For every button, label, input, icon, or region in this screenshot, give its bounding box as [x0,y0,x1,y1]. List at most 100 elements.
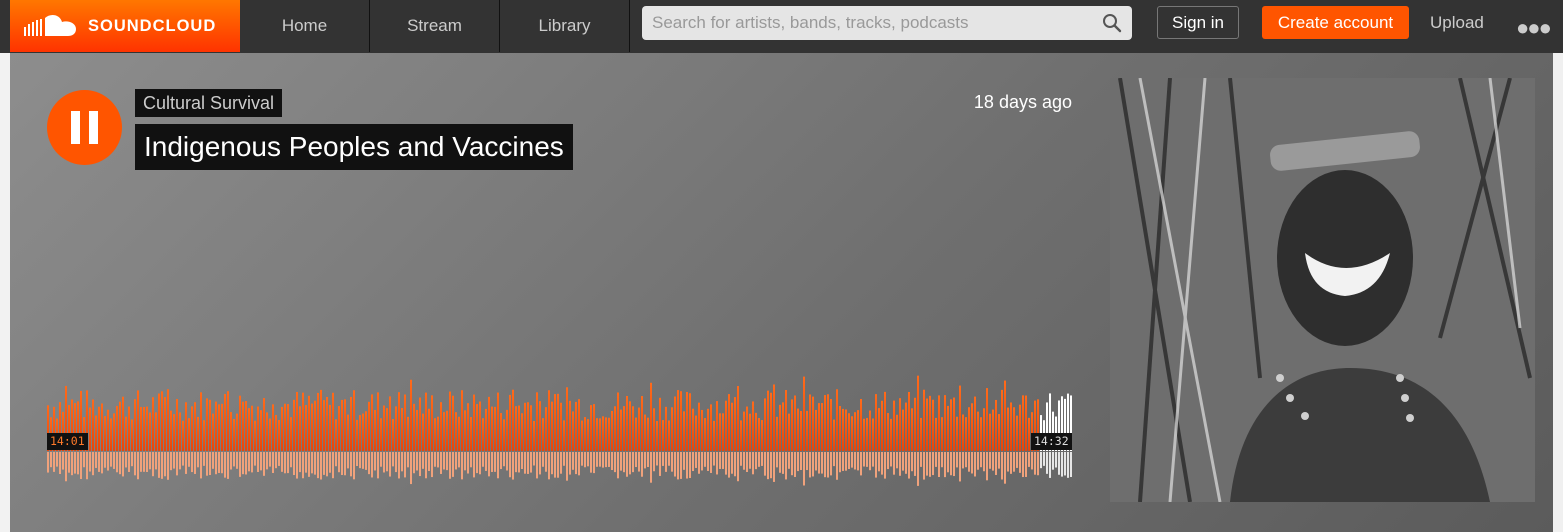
play-pause-button[interactable] [47,90,122,165]
waveform-reflection-bar [203,452,205,466]
waveform-bar [1019,405,1021,451]
nav-library[interactable]: Library [500,0,630,52]
waveform-bar [179,412,181,451]
waveform-bar [566,387,568,451]
waveform-bar [779,405,781,451]
waveform-bar [644,415,646,451]
waveform-bar [584,417,586,451]
waveform-reflection-bar [218,452,220,473]
waveform-reflection-bar [587,452,589,466]
waveform-reflection-bar [269,452,271,467]
waveform-reflection-bar [314,452,316,475]
waveform-reflection-bar [620,452,622,471]
waveform-reflection-bar [956,452,958,467]
create-account-button[interactable]: Create account [1262,6,1409,39]
waveform-bar [260,410,262,451]
waveform-reflection-bar [992,452,994,471]
search-input[interactable] [650,7,1094,39]
waveform-bar [365,411,367,451]
waveform-reflection-bar [539,452,541,474]
waveform-bar [335,419,337,451]
waveform-bar [329,405,331,451]
waveform-bar [836,389,838,451]
waveform-reflection-bar [278,452,280,466]
waveform-reflection-bar [989,452,991,469]
waveform-reflection-bar [896,452,898,468]
waveform-reflection-bar [431,452,433,477]
upload-link[interactable]: Upload [1430,0,1484,46]
waveform-bar [587,419,589,451]
waveform-bar [353,390,355,451]
waveform-reflection-bar [53,452,55,472]
waveform-reflection-bar [125,452,127,467]
waveform-bar [812,397,814,451]
waveform-reflection-bar [407,452,409,467]
waveform-bar [614,406,616,451]
waveform-reflection-bar [629,452,631,474]
waveform-bar [626,396,628,451]
waveform-reflection-bar [494,452,496,472]
more-dots-icon[interactable]: ●●● [1516,15,1550,41]
waveform-bar [392,419,394,451]
waveform-bar [857,410,859,451]
sign-in-button[interactable]: Sign in [1157,6,1239,39]
waveform-reflection-bar [650,452,652,483]
waveform-reflection-bar [176,452,178,475]
waveform-reflection-bar [1007,452,1009,472]
waveform-reflection-bar [74,452,76,474]
waveform-reflection-bar [194,452,196,474]
waveform-bar [854,412,856,451]
waveform-bar [809,394,811,451]
waveform-reflection-bar [680,452,682,479]
waveform-bar [881,401,883,451]
waveform-bar [977,412,979,451]
waveform-reflection-bar [836,452,838,480]
nav-home[interactable]: Home [240,0,370,52]
waveform-bar [737,386,739,451]
waveform[interactable] [47,353,1073,488]
waveform-bar [485,409,487,451]
waveform-reflection-bar [296,452,298,479]
waveform-bar [791,399,793,451]
waveform-reflection-bar [860,452,862,475]
waveform-bar [512,390,514,451]
waveform-bar [164,397,166,451]
waveform-bar [1022,395,1024,451]
waveform-bar [710,404,712,451]
search-icon[interactable] [1102,13,1122,33]
waveform-reflection-bar [299,452,301,472]
waveform-reflection-bar [443,452,445,469]
waveform-reflection-bar [542,452,544,467]
soundcloud-logo[interactable]: SOUNDCLOUD [10,0,240,52]
nav-stream[interactable]: Stream [370,0,500,52]
waveform-bar [719,413,721,451]
waveform-reflection-bar [722,452,724,469]
waveform-reflection-bar [686,452,688,479]
waveform-bar [788,414,790,451]
waveform-reflection-bar [824,452,826,477]
waveform-bar [488,397,490,451]
waveform-bar [380,418,382,451]
waveform-reflection-bar [233,452,235,466]
waveform-bar [845,409,847,451]
waveform-reflection-bar [755,452,757,469]
waveform-reflection-bar [215,452,217,474]
waveform-bar [692,409,694,451]
waveform-bar [752,401,754,451]
waveform-bar [716,401,718,451]
waveform-bar [776,417,778,451]
time-elapsed: 14:01 [47,433,88,450]
waveform-bar [866,418,868,451]
waveform-reflection-bar [83,452,85,467]
waveform-bar [233,419,235,451]
waveform-bar [911,408,913,451]
page-scrollbar[interactable] [1553,53,1563,532]
waveform-reflection-bar [224,452,226,478]
waveform-bar [695,416,697,451]
waveform-bar [959,386,961,451]
waveform-bar [275,415,277,451]
artist-name[interactable]: Cultural Survival [135,89,282,117]
waveform-reflection-bar [488,452,490,476]
waveform-bar [491,407,493,451]
waveform-reflection-bar [842,452,844,471]
